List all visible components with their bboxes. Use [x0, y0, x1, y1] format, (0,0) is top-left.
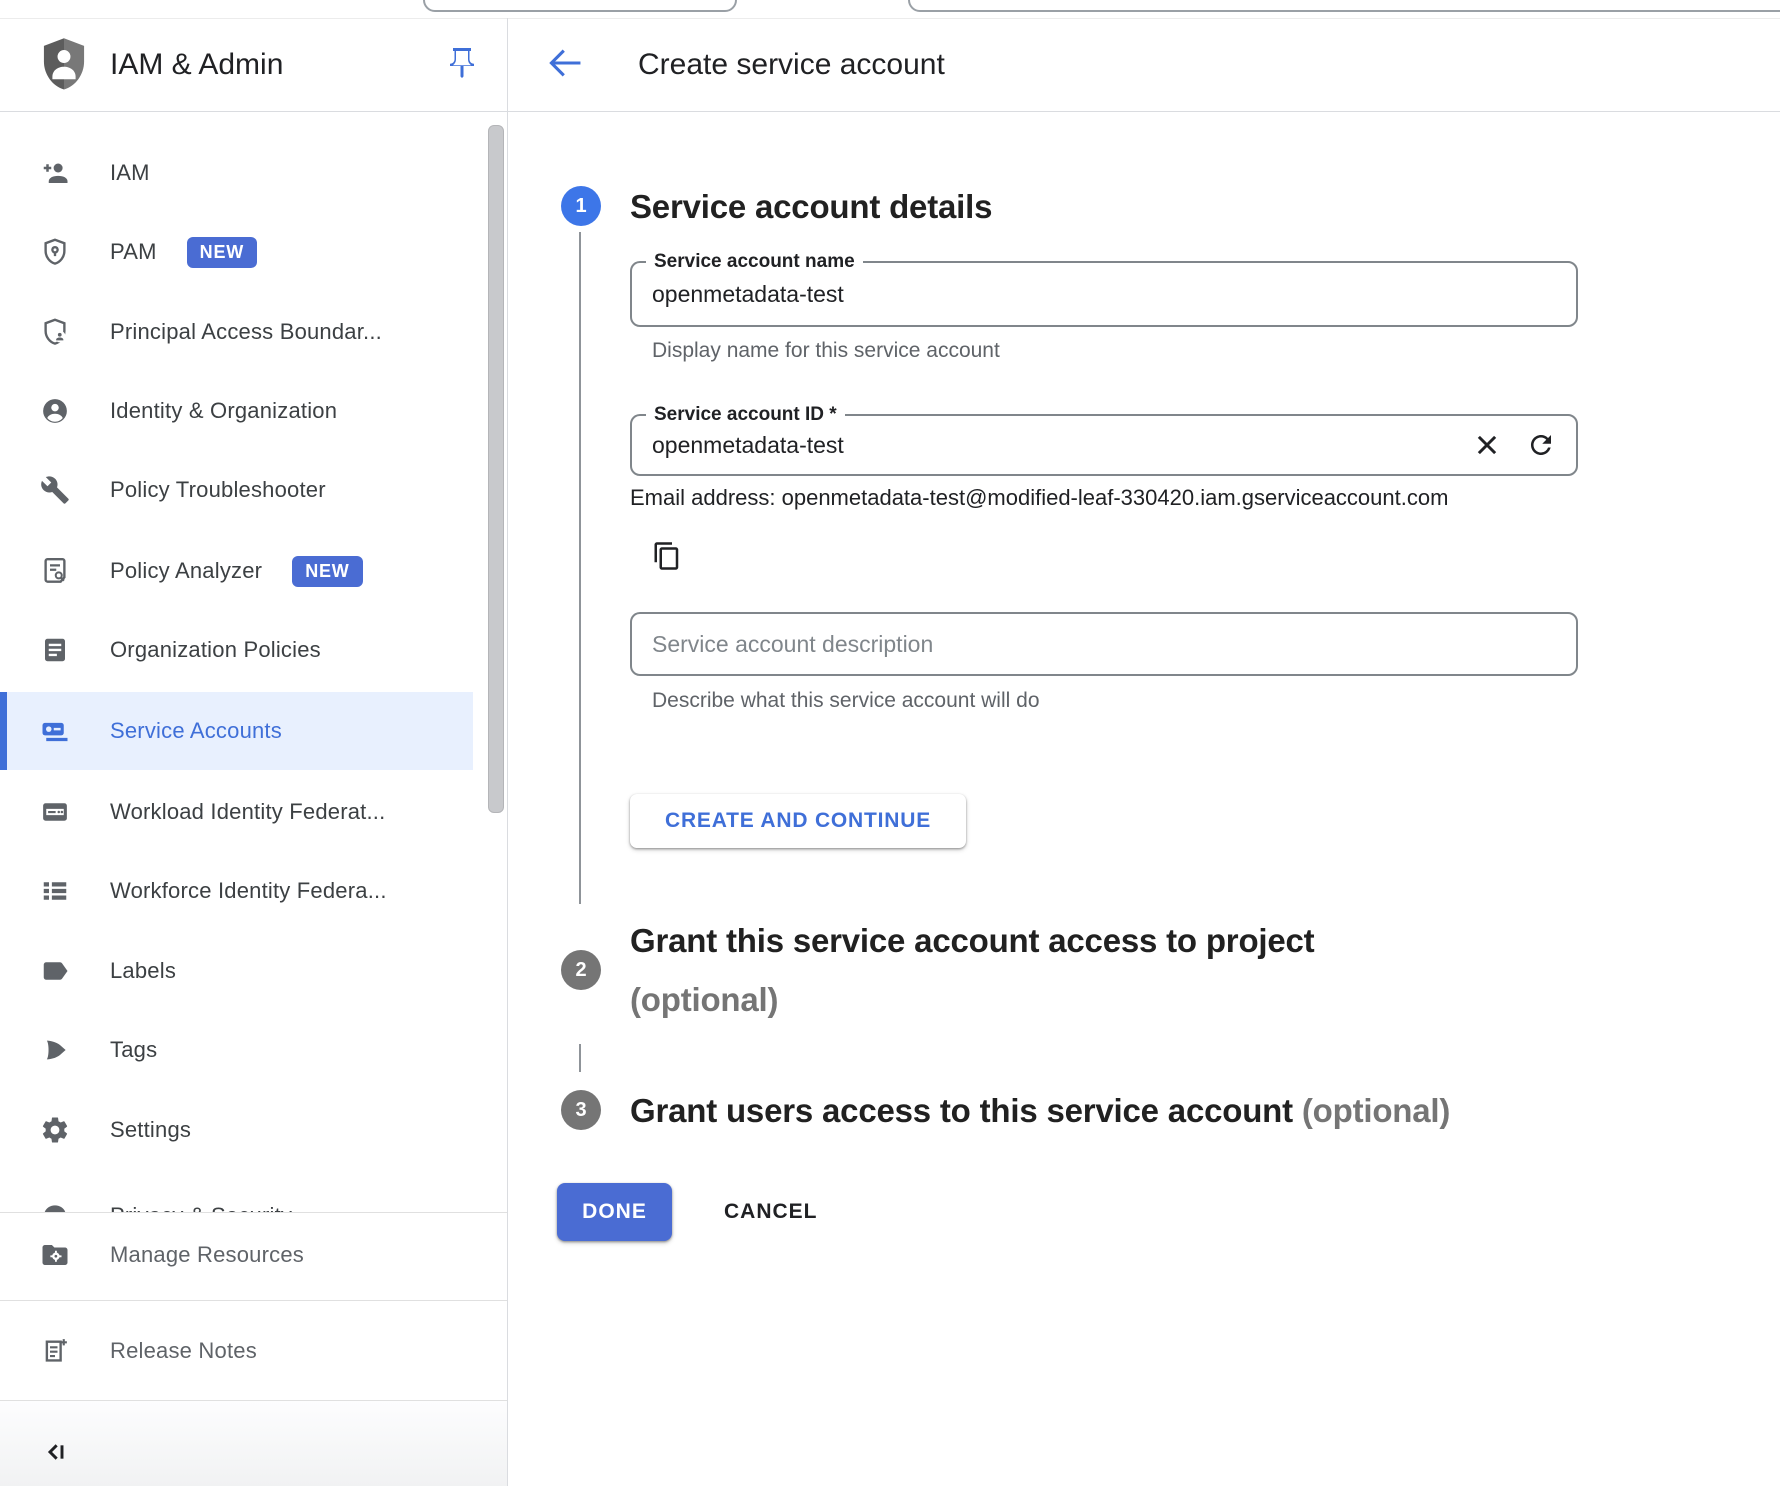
tag-icon: [40, 1035, 70, 1065]
sidebar-footer-divider-1: [0, 1212, 507, 1213]
card-icon: [40, 797, 70, 827]
sidebar-item-labels[interactable]: Labels: [0, 932, 473, 1010]
top-divider: [0, 18, 1780, 19]
sidebar-item-label: Privacy & Security: [110, 1203, 292, 1212]
step-3-circle: 3: [561, 1090, 601, 1130]
sidebar-item-label: Labels: [110, 958, 176, 984]
sidebar-item-label: Manage Resources: [110, 1242, 304, 1268]
sidebar-item-label: Service Accounts: [110, 718, 282, 744]
sidebar-divider: [507, 18, 508, 1486]
sidebar-item-policy-troubleshooter[interactable]: Policy Troubleshooter: [0, 451, 473, 529]
gear-icon: [40, 1115, 70, 1145]
step-3-title-optional: (optional): [1293, 1092, 1450, 1129]
sidebar-item-label: PAM: [110, 239, 157, 265]
back-arrow-icon[interactable]: [546, 46, 584, 80]
stepper-line-2: [579, 1044, 581, 1072]
sidebar-item-pam[interactable]: PAM NEW: [0, 213, 473, 291]
sidebar-item-label: Policy Troubleshooter: [110, 477, 326, 503]
sidebar-item-identity-organization[interactable]: Identity & Organization: [0, 372, 473, 450]
step-3-title-text: Grant users access to this service accou…: [630, 1092, 1293, 1129]
service-account-id-input[interactable]: [652, 416, 1422, 474]
folder-gear-icon: [40, 1240, 70, 1270]
description-helper-text: Describe what this service account will …: [652, 689, 1040, 713]
refresh-id-icon[interactable]: [1524, 428, 1558, 462]
service-account-id-field-box: Service account ID *: [630, 414, 1578, 476]
sidebar-footer-divider-2: [0, 1300, 507, 1301]
service-account-description-input[interactable]: [652, 614, 1532, 674]
sidebar-item-label: Settings: [110, 1117, 191, 1143]
sidebar-item-label: Organization Policies: [110, 637, 321, 663]
step-1-title: Service account details: [630, 188, 992, 226]
step-2-number: 2: [575, 959, 586, 982]
step-1-number: 1: [575, 195, 586, 218]
shield-person-icon: [40, 317, 70, 347]
clear-id-icon[interactable]: [1470, 428, 1504, 462]
service-account-icon: [40, 716, 70, 746]
sidebar-item-label: Workforce Identity Federa...: [110, 878, 387, 904]
doc-search-icon: [40, 556, 70, 586]
copy-email-icon[interactable]: [652, 541, 682, 571]
sidebar-item-principal-access-boundary[interactable]: Principal Access Boundar...: [0, 293, 473, 371]
name-helper-text: Display name for this service account: [652, 339, 1000, 363]
list-icon: [40, 876, 70, 906]
sidebar-item-label: Identity & Organization: [110, 398, 337, 424]
create-and-continue-button[interactable]: CREATE AND CONTINUE: [630, 794, 966, 848]
sidebar-bottom-pane: [0, 1401, 507, 1486]
pin-icon[interactable]: [444, 45, 480, 81]
doc-lines-icon: [40, 635, 70, 665]
sidebar-item-policy-analyzer[interactable]: Policy Analyzer NEW: [0, 532, 473, 610]
service-account-name-field-box: Service account name: [630, 261, 1578, 327]
sidebar-scrollbar[interactable]: [488, 125, 504, 813]
sidebar-item-release-notes[interactable]: Release Notes: [0, 1312, 473, 1390]
step-2-title-line1: Grant this service account access to pro…: [630, 922, 1314, 960]
doc-sparkle-icon: [40, 1336, 70, 1366]
new-badge: NEW: [187, 237, 257, 268]
sidebar-item-label: Workload Identity Federat...: [110, 799, 385, 825]
page-title: Create service account: [638, 47, 945, 83]
sidebar-item-label: Policy Analyzer: [110, 558, 262, 584]
shield-key-icon: [40, 237, 70, 267]
sidebar: IAM PAM NEW Princip: [0, 112, 507, 1212]
create-service-account-page: IAM & Admin Create service account IAM: [0, 0, 1780, 1486]
sidebar-item-label: Principal Access Boundar...: [110, 319, 382, 345]
service-account-description-field-box: [630, 612, 1578, 676]
sidebar-item-settings[interactable]: Settings: [0, 1091, 473, 1169]
service-account-name-input[interactable]: [652, 263, 1532, 325]
new-badge: NEW: [292, 556, 362, 587]
collapse-sidebar-icon[interactable]: [40, 1436, 72, 1468]
umbrella-icon: [40, 1201, 70, 1212]
email-address-line: Email address: openmetadata-test@modifie…: [630, 485, 1448, 511]
stepper-line-1: [579, 232, 581, 904]
step-2-circle: 2: [561, 950, 601, 990]
sidebar-item-workload-identity-federation[interactable]: Workload Identity Federat...: [0, 773, 473, 851]
sidebar-item-service-accounts[interactable]: Service Accounts: [0, 692, 473, 770]
sidebar-item-tags[interactable]: Tags: [0, 1011, 473, 1089]
person-add-icon: [40, 158, 70, 188]
sidebar-item-label: Release Notes: [110, 1338, 257, 1364]
done-button[interactable]: DONE: [557, 1183, 672, 1241]
sidebar-item-label: IAM: [110, 160, 150, 186]
wrench-icon: [40, 475, 70, 505]
sidebar-item-iam[interactable]: IAM: [0, 134, 473, 212]
step-3-number: 3: [575, 1099, 586, 1122]
step-1-circle: 1: [561, 186, 601, 226]
top-input-remnant-left: [423, 0, 737, 12]
product-title: IAM & Admin: [110, 47, 283, 83]
step-3-title: Grant users access to this service accou…: [630, 1092, 1450, 1130]
step-2-title-line2: (optional): [630, 981, 778, 1019]
sidebar-item-label: Tags: [110, 1037, 157, 1063]
sidebar-item-privacy-security[interactable]: Privacy & Security: [0, 1177, 473, 1212]
sidebar-item-manage-resources[interactable]: Manage Resources: [0, 1216, 473, 1294]
cancel-button[interactable]: CANCEL: [712, 1183, 830, 1241]
person-circle-icon: [40, 396, 70, 426]
top-input-remnant-right: [908, 0, 1780, 12]
iam-admin-logo-icon: [37, 36, 91, 94]
sidebar-item-organization-policies[interactable]: Organization Policies: [0, 611, 473, 689]
label-icon: [40, 956, 70, 986]
sidebar-item-workforce-identity-federation[interactable]: Workforce Identity Federa...: [0, 852, 473, 930]
